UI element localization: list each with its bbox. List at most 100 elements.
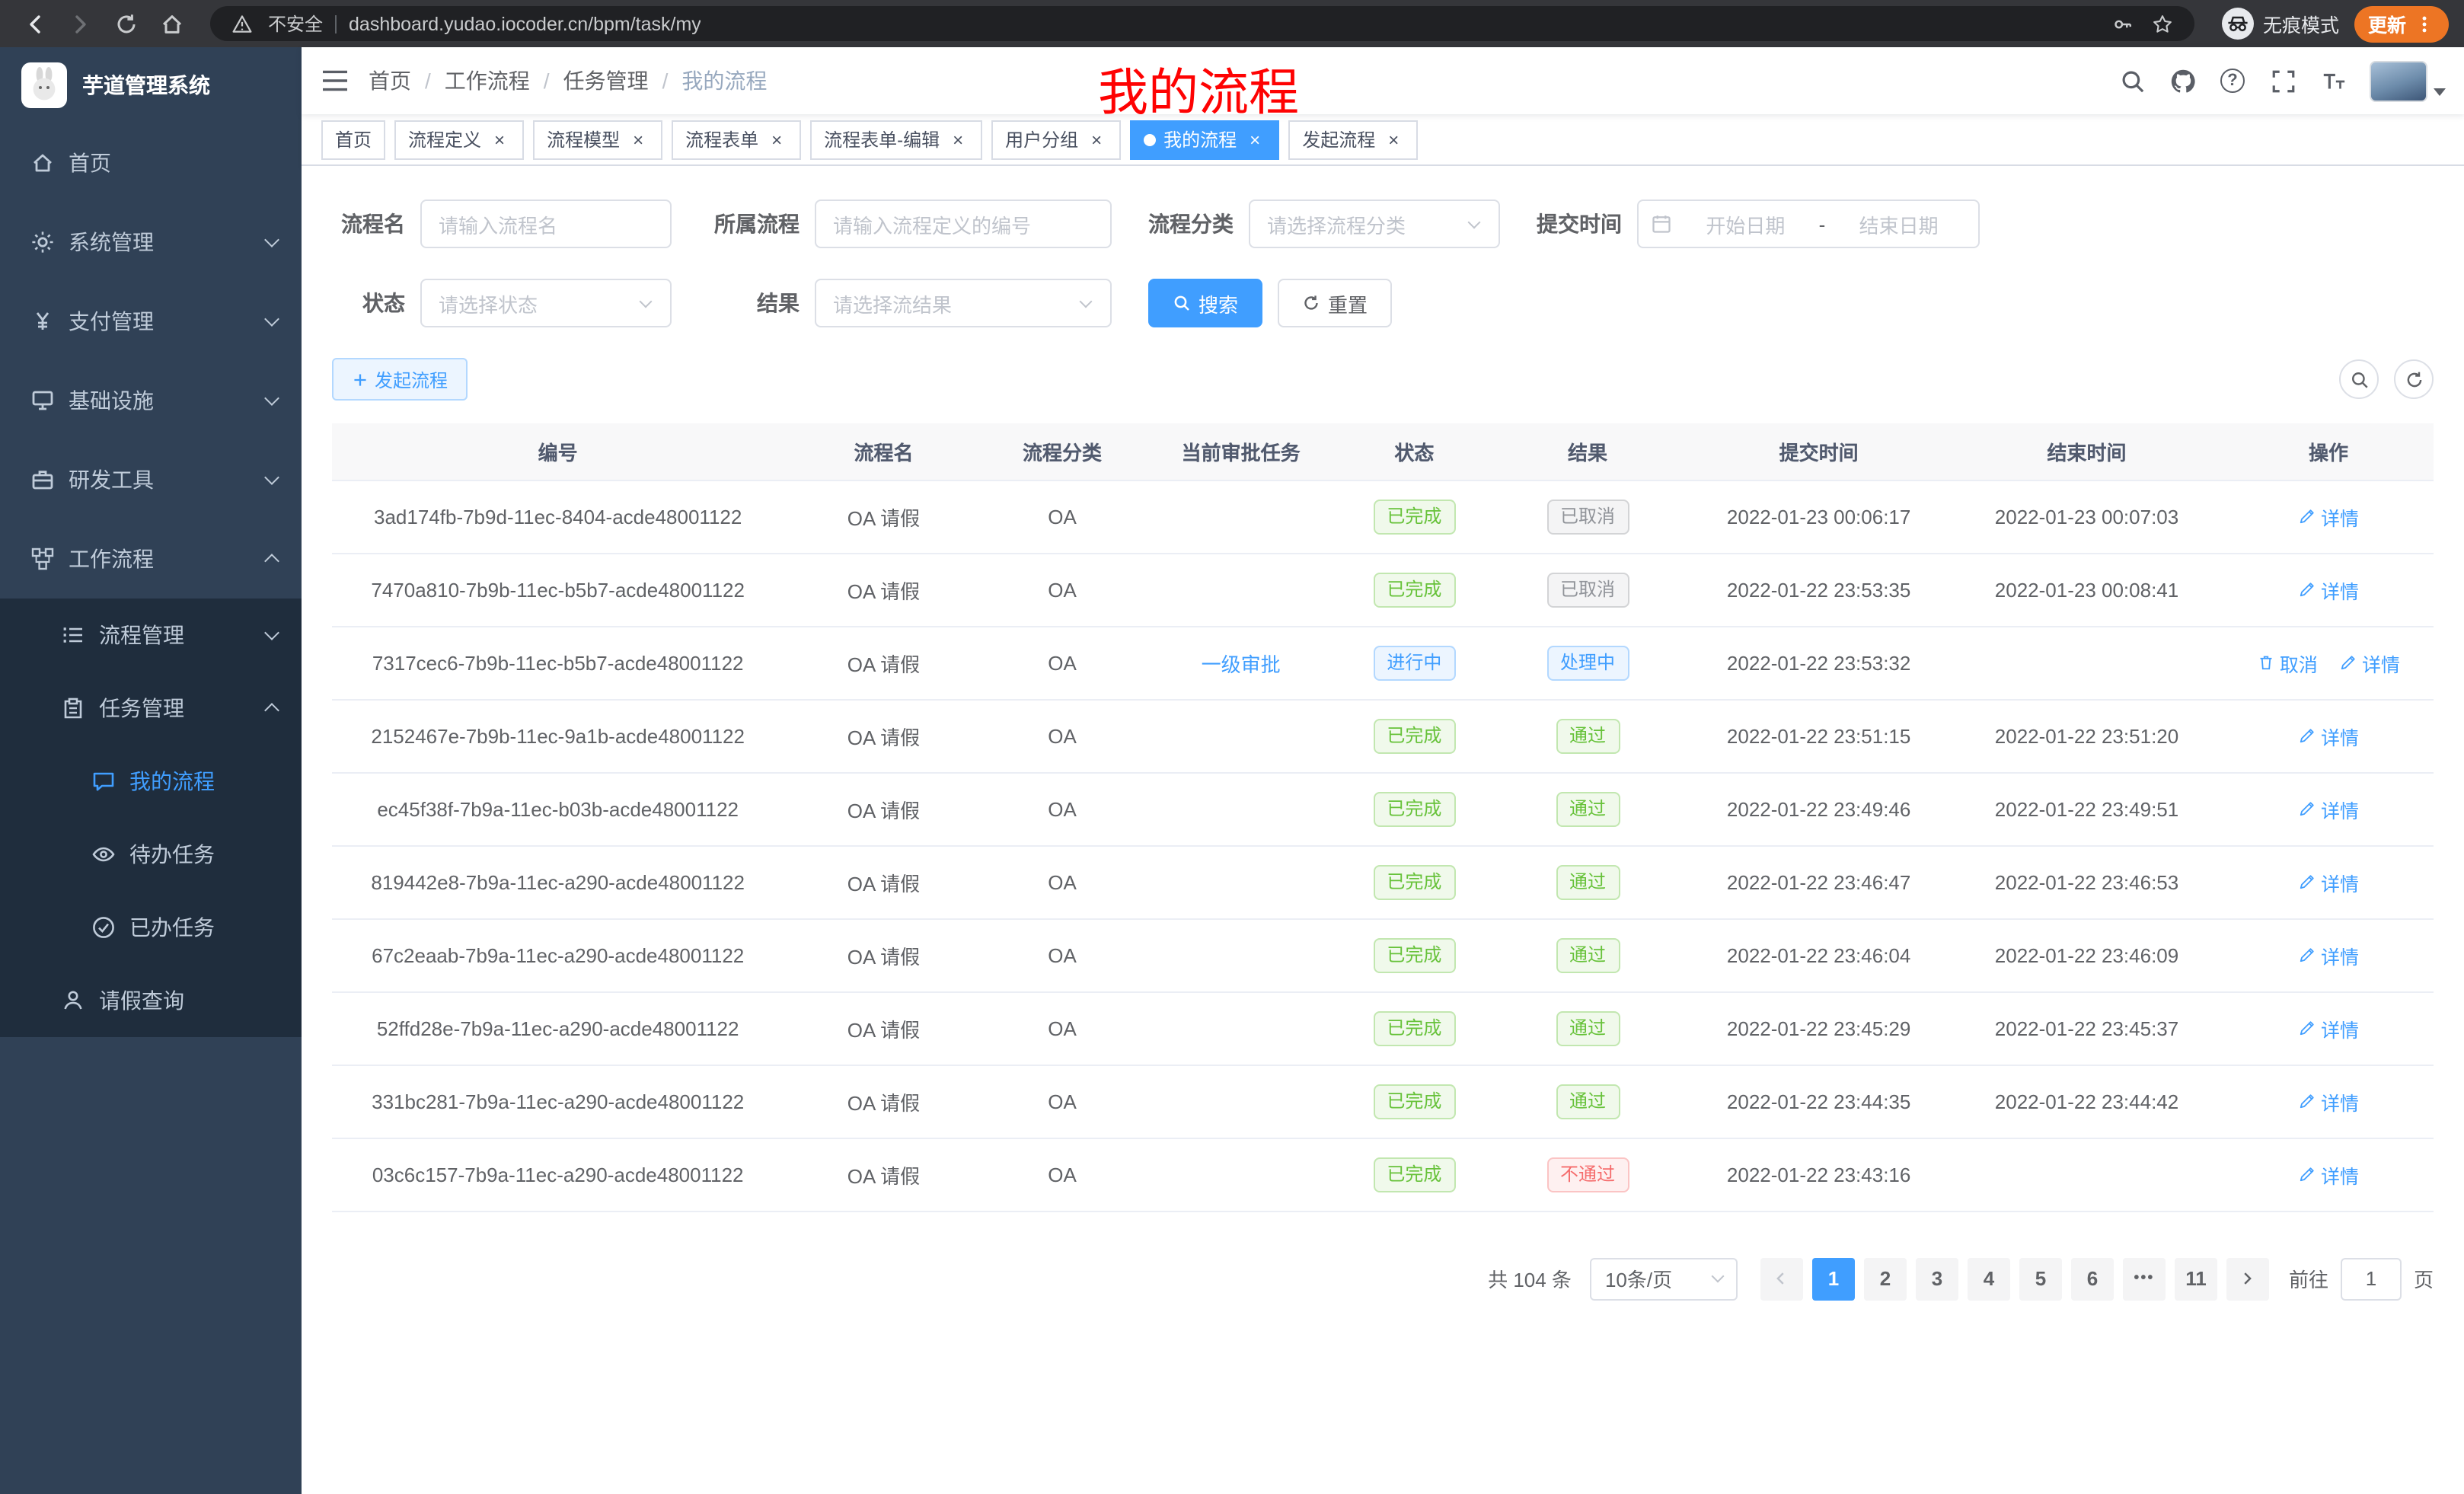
detail-link[interactable]: 详情 [2298,1087,2359,1116]
tab-close-icon[interactable]: × [489,129,510,150]
bookmark-star-icon[interactable] [2149,10,2176,37]
next-page-button[interactable] [2226,1257,2269,1300]
sidebar-item-workflow[interactable]: 工作流程 [0,519,302,599]
detail-link[interactable]: 详情 [2298,575,2359,604]
refresh-icon [1302,294,1320,312]
detail-link[interactable]: 详情 [2298,721,2359,750]
tab-process-form-edit[interactable]: 流程表单-编辑× [810,120,982,159]
toggle-search-button[interactable] [2339,359,2379,399]
process-id: 7317cec6-7b9b-11ec-b5b7-acde48001122 [372,651,744,674]
reset-button[interactable]: 重置 [1278,279,1392,327]
sidebar-item-payment[interactable]: 支付管理 [0,282,302,361]
sidebar-item-process-mgmt[interactable]: 流程管理 [0,599,302,672]
sidebar-item-home[interactable]: 首页 [0,123,302,203]
submit-time: 2022-01-22 23:46:47 [1727,870,1910,893]
address-bar[interactable]: 不安全 dashboard.yudao.iocoder.cn/bpm/task/… [210,6,2194,41]
search-icon[interactable] [2112,61,2152,101]
page-button-5[interactable]: 5 [2019,1257,2062,1300]
category-select[interactable]: 请选择流程分类 [1249,200,1500,248]
hamburger-icon[interactable] [302,47,369,114]
cell: 通过 [1488,699,1687,772]
sidebar-item-my-process[interactable]: 我的流程 [0,745,302,818]
detail-link[interactable]: 详情 [2298,940,2359,969]
breadcrumb-item[interactable]: 工作流程 [445,65,530,96]
sidebar-item-task-mgmt[interactable]: 任务管理 [0,672,302,745]
tab-label: 流程表单 [685,126,758,152]
page-size-select[interactable]: 10条/页 [1590,1257,1738,1300]
update-button[interactable]: 更新 [2354,5,2449,42]
start-process-button[interactable]: 发起流程 [332,358,468,401]
prev-page-button[interactable] [1760,1257,1803,1300]
process-name-input[interactable]: 请输入流程名 [420,200,672,248]
detail-link[interactable]: 详情 [2298,1160,2359,1189]
tab-process-model[interactable]: 流程模型× [533,120,662,159]
page-button-6[interactable]: 6 [2071,1257,2114,1300]
search-button[interactable]: 搜索 [1148,279,1262,327]
tab-close-icon[interactable]: × [947,129,969,150]
process-definition-input[interactable]: 请输入流程定义的编号 [815,200,1112,248]
page-button-2[interactable]: 2 [1864,1257,1907,1300]
fullscreen-icon[interactable] [2263,61,2303,101]
github-icon[interactable] [2162,61,2202,101]
user-menu[interactable] [2370,60,2446,101]
browser-menu-dots-icon[interactable] [2414,13,2435,34]
browser-forward-icon[interactable] [61,4,101,43]
browser-reload-icon[interactable] [107,4,146,43]
tab-my-process[interactable]: 我的流程× [1130,120,1279,159]
current-task-link[interactable]: 一级审批 [1202,653,1281,675]
goto-page-input[interactable]: 1 [2341,1257,2402,1300]
tab-close-icon[interactable]: × [1383,129,1404,150]
tab-process-form[interactable]: 流程表单 × [672,120,801,159]
detail-link[interactable]: 详情 [2298,867,2359,896]
browser-home-icon[interactable] [152,4,192,43]
browser-back-icon[interactable] [15,4,55,43]
cell: OA 请假 [784,918,983,991]
status-badge: 已完成 [1373,572,1455,607]
sidebar-item-leave-query[interactable]: 请假查询 [0,964,302,1037]
cell: ec45f38f-7b9a-11ec-b03b-acde48001122 [332,772,784,845]
sidebar-item-system[interactable]: 系统管理 [0,203,302,282]
refresh-table-button[interactable] [2394,359,2434,399]
detail-link[interactable]: 详情 [2339,648,2400,677]
help-icon[interactable]: ? [2213,61,2252,101]
breadcrumb-item[interactable]: 任务管理 [563,65,649,96]
cell: OA [984,845,1141,918]
page-button-3[interactable]: 3 [1916,1257,1958,1300]
tab-start-process[interactable]: 发起流程× [1288,120,1418,159]
status-badge: 进行中 [1373,645,1455,680]
password-key-icon[interactable] [2109,10,2137,37]
pager-more-icon[interactable]: ••• [2123,1257,2166,1300]
page-button-11[interactable]: 11 [2175,1257,2217,1300]
sidebar-item-todo-task[interactable]: 待办任务 [0,818,302,891]
sidebar-item-devtools[interactable]: 研发工具 [0,440,302,519]
cancel-link[interactable]: 取消 [2257,648,2318,677]
filter-status: 状态 请选择状态 [332,279,672,327]
page-button-4[interactable]: 4 [1968,1257,2010,1300]
sidebar-item-infrastructure[interactable]: 基础设施 [0,361,302,440]
detail-link[interactable]: 详情 [2298,1014,2359,1042]
status-select[interactable]: 请选择状态 [420,279,672,327]
page-button-1[interactable]: 1 [1812,1257,1855,1300]
detail-link[interactable]: 详情 [2298,502,2359,531]
result-select[interactable]: 请选择流结果 [815,279,1112,327]
detail-link[interactable]: 详情 [2298,794,2359,823]
cell: OA [984,1138,1141,1211]
font-size-icon[interactable] [2313,61,2353,101]
app-root: 不安全 dashboard.yudao.iocoder.cn/bpm/task/… [0,0,2464,1494]
submit-time-range[interactable]: 开始日期 - 结束日期 [1637,200,1980,248]
process-name: OA 请假 [847,1164,920,1187]
chevron-down-icon [264,391,279,406]
tab-process-definition[interactable]: 流程定义× [394,120,524,159]
logo[interactable]: 芋道管理系统 [0,47,302,123]
result-badge: 已取消 [1546,572,1629,607]
tab-close-icon[interactable]: × [766,129,787,150]
tab-user-group[interactable]: 用户分组× [991,120,1121,159]
tab-close-icon[interactable]: × [1244,129,1266,150]
tab-close-icon[interactable]: × [1086,129,1107,150]
sidebar-item-done-task[interactable]: 已办任务 [0,891,302,964]
tab-home[interactable]: 首页 [321,120,385,159]
security-warning-icon[interactable] [228,10,256,37]
tab-close-icon[interactable]: × [627,129,649,150]
breadcrumb-item[interactable]: 首页 [369,65,411,96]
submit-time: 2022-01-22 23:53:32 [1727,651,1910,674]
